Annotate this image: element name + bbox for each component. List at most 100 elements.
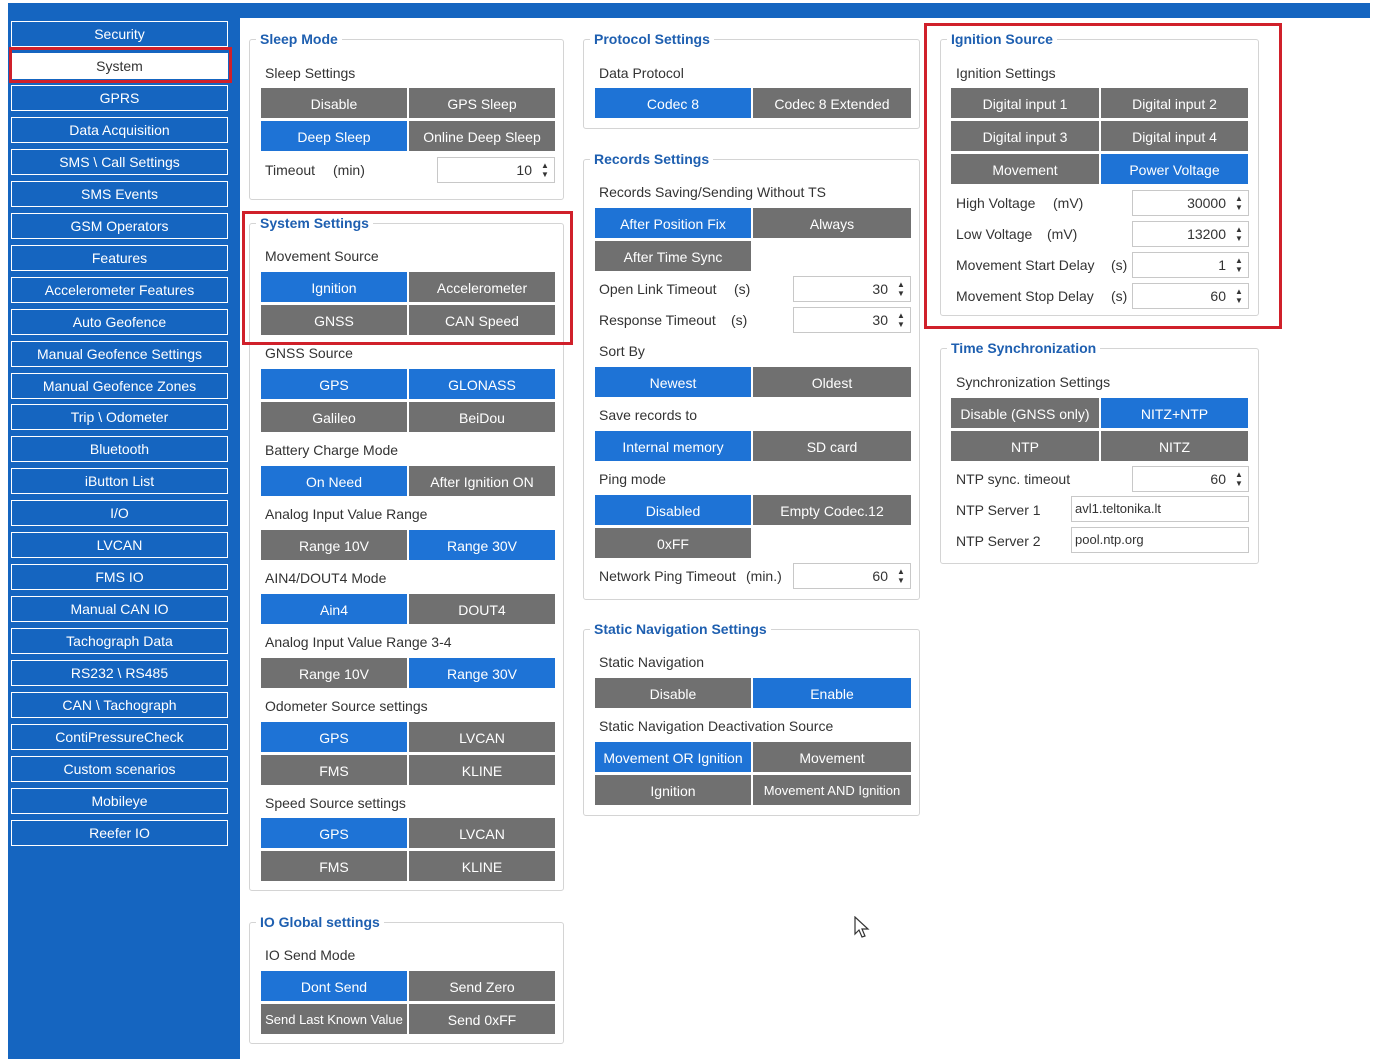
spin-arrows-icon[interactable]: ▲ ▼	[1234, 287, 1244, 305]
spin-arrows-icon[interactable]: ▲ ▼	[896, 567, 906, 585]
movement-accelerometer-button[interactable]: Accelerometer	[408, 271, 556, 303]
network-ping-timeout-stepper[interactable]: 60 ▲ ▼	[793, 563, 911, 589]
sidebar-item-sms-events[interactable]: SMS Events	[11, 181, 228, 207]
odometer-lvcan-button[interactable]: LVCAN	[408, 721, 556, 753]
sidebar-item-accelerometer-features[interactable]: Accelerometer Features	[11, 277, 228, 303]
ignition-digital-input-2-button[interactable]: Digital input 2	[1100, 87, 1249, 119]
spin-arrows-icon[interactable]: ▲ ▼	[896, 280, 906, 298]
sidebar-item-manual-can-io[interactable]: Manual CAN IO	[11, 596, 228, 622]
static-nav-enable-button[interactable]: Enable	[752, 677, 912, 709]
sidebar-item-bluetooth[interactable]: Bluetooth	[11, 436, 228, 462]
movement-start-delay-stepper[interactable]: 1 ▲ ▼	[1132, 252, 1249, 278]
speed-gps-button[interactable]: GPS	[260, 817, 408, 849]
sidebar-item-manual-geofence-settings[interactable]: Manual Geofence Settings	[11, 341, 228, 367]
response-timeout-stepper[interactable]: 30 ▲ ▼	[793, 307, 911, 333]
sleep-gps-sleep-button[interactable]: GPS Sleep	[408, 87, 556, 119]
battery-on-need-button[interactable]: On Need	[260, 465, 408, 497]
codec8-button[interactable]: Codec 8	[594, 87, 752, 119]
sleep-disable-button[interactable]: Disable	[260, 87, 408, 119]
spin-arrows-icon[interactable]: ▲ ▼	[1234, 256, 1244, 274]
io-dont-send-button[interactable]: Dont Send	[260, 970, 408, 1002]
after-position-fix-button[interactable]: After Position Fix	[594, 207, 752, 239]
sidebar-item-trip-odometer[interactable]: Trip \ Odometer	[11, 404, 228, 430]
dout4-button[interactable]: DOUT4	[408, 593, 556, 625]
spin-arrows-icon[interactable]: ▲ ▼	[1234, 225, 1244, 243]
movement-or-ignition-button[interactable]: Movement OR Ignition	[594, 741, 752, 773]
movement-can-speed-button[interactable]: CAN Speed	[408, 304, 556, 336]
sidebar-item-sms-call-settings[interactable]: SMS \ Call Settings	[11, 149, 228, 175]
ignition-digital-input-1-button[interactable]: Digital input 1	[950, 87, 1100, 119]
speed-fms-button[interactable]: FMS	[260, 850, 408, 882]
sync-nitz-ntp-button[interactable]: NITZ+NTP	[1100, 397, 1249, 429]
static-nav-disable-button[interactable]: Disable	[594, 677, 752, 709]
ntp-server-1-input[interactable]: avl1.teltonika.lt	[1071, 496, 1249, 522]
ping-0xff-button[interactable]: 0xFF	[594, 527, 752, 559]
sidebar-item-fms-io[interactable]: FMS IO	[11, 564, 228, 590]
sidebar-item-auto-geofence[interactable]: Auto Geofence	[11, 309, 228, 335]
spin-arrows-icon[interactable]: ▲ ▼	[540, 161, 550, 179]
sleep-deep-sleep-button[interactable]: Deep Sleep	[260, 120, 408, 152]
sync-ntp-button[interactable]: NTP	[950, 430, 1100, 462]
sidebar-item-mobileye[interactable]: Mobileye	[11, 788, 228, 814]
codec8-extended-button[interactable]: Codec 8 Extended	[752, 87, 912, 119]
sidebar-item-custom-scenarios[interactable]: Custom scenarios	[11, 756, 228, 782]
sidebar-item-contipressurecheck[interactable]: ContiPressureCheck	[11, 724, 228, 750]
sidebar-item-io[interactable]: I/O	[11, 500, 228, 526]
sync-nitz-button[interactable]: NITZ	[1100, 430, 1249, 462]
sidebar-item-security[interactable]: Security	[11, 21, 228, 47]
movement-gnss-button[interactable]: GNSS	[260, 304, 408, 336]
analog-range-10v-button[interactable]: Range 10V	[260, 529, 408, 561]
sd-card-button[interactable]: SD card	[752, 430, 912, 462]
sort-oldest-button[interactable]: Oldest	[752, 366, 912, 398]
gnss-galileo-button[interactable]: Galileo	[260, 401, 408, 433]
ignition-digital-input-4-button[interactable]: Digital input 4	[1100, 120, 1249, 152]
sidebar-item-features[interactable]: Features	[11, 245, 228, 271]
speed-lvcan-button[interactable]: LVCAN	[408, 817, 556, 849]
ignition-digital-input-3-button[interactable]: Digital input 3	[950, 120, 1100, 152]
movement-ignition-button[interactable]: Ignition	[260, 271, 408, 303]
odometer-kline-button[interactable]: KLINE	[408, 754, 556, 786]
ignition-power-voltage-button[interactable]: Power Voltage	[1100, 153, 1249, 185]
sidebar-item-data-acquisition[interactable]: Data Acquisition	[11, 117, 228, 143]
sidebar-item-ibutton-list[interactable]: iButton List	[11, 468, 228, 494]
sidebar-item-tachograph-data[interactable]: Tachograph Data	[11, 628, 228, 654]
spin-arrows-icon[interactable]: ▲ ▼	[1234, 470, 1244, 488]
sort-newest-button[interactable]: Newest	[594, 366, 752, 398]
sidebar-item-manual-geofence-zones[interactable]: Manual Geofence Zones	[11, 373, 228, 399]
movement-and-ignition-button[interactable]: Movement AND Ignition	[752, 774, 912, 806]
movement-stop-delay-stepper[interactable]: 60 ▲ ▼	[1132, 283, 1249, 309]
sidebar-item-reefer-io[interactable]: Reefer IO	[11, 820, 228, 846]
ping-disabled-button[interactable]: Disabled	[594, 494, 752, 526]
analog-range34-10v-button[interactable]: Range 10V	[260, 657, 408, 689]
sidebar-item-can-tachograph[interactable]: CAN \ Tachograph	[11, 692, 228, 718]
odometer-fms-button[interactable]: FMS	[260, 754, 408, 786]
sidebar-item-gsm-operators[interactable]: GSM Operators	[11, 213, 228, 239]
analog-range34-30v-button[interactable]: Range 30V	[408, 657, 556, 689]
sidebar-item-lvcan[interactable]: LVCAN	[11, 532, 228, 558]
ping-empty-codec12-button[interactable]: Empty Codec.12	[752, 494, 912, 526]
sidebar-item-gprs[interactable]: GPRS	[11, 85, 228, 111]
ain4-button[interactable]: Ain4	[260, 593, 408, 625]
odometer-gps-button[interactable]: GPS	[260, 721, 408, 753]
io-send-zero-button[interactable]: Send Zero	[408, 970, 556, 1002]
sync-disable-gnss-button[interactable]: Disable (GNSS only)	[950, 397, 1100, 429]
spin-arrows-icon[interactable]: ▲ ▼	[1234, 194, 1244, 212]
internal-memory-button[interactable]: Internal memory	[594, 430, 752, 462]
sleep-timeout-stepper[interactable]: 10 ▲ ▼	[437, 157, 555, 183]
io-send-last-known-button[interactable]: Send Last Known Value	[260, 1003, 408, 1035]
after-time-sync-button[interactable]: After Time Sync	[594, 240, 752, 272]
spin-arrows-icon[interactable]: ▲ ▼	[896, 311, 906, 329]
ntp-server-2-input[interactable]: pool.ntp.org	[1071, 527, 1249, 553]
sleep-online-deep-sleep-button[interactable]: Online Deep Sleep	[408, 120, 556, 152]
ignition-movement-button[interactable]: Movement	[950, 153, 1100, 185]
gnss-gps-button[interactable]: GPS	[260, 368, 408, 400]
deact-ignition-button[interactable]: Ignition	[594, 774, 752, 806]
low-voltage-stepper[interactable]: 13200 ▲ ▼	[1132, 221, 1249, 247]
always-button[interactable]: Always	[752, 207, 912, 239]
ntp-sync-timeout-stepper[interactable]: 60 ▲ ▼	[1132, 466, 1249, 492]
battery-after-ignition-button[interactable]: After Ignition ON	[408, 465, 556, 497]
speed-kline-button[interactable]: KLINE	[408, 850, 556, 882]
sidebar-item-system[interactable]: System	[11, 53, 228, 79]
sidebar-item-rs232-rs485[interactable]: RS232 \ RS485	[11, 660, 228, 686]
io-send-0xff-button[interactable]: Send 0xFF	[408, 1003, 556, 1035]
